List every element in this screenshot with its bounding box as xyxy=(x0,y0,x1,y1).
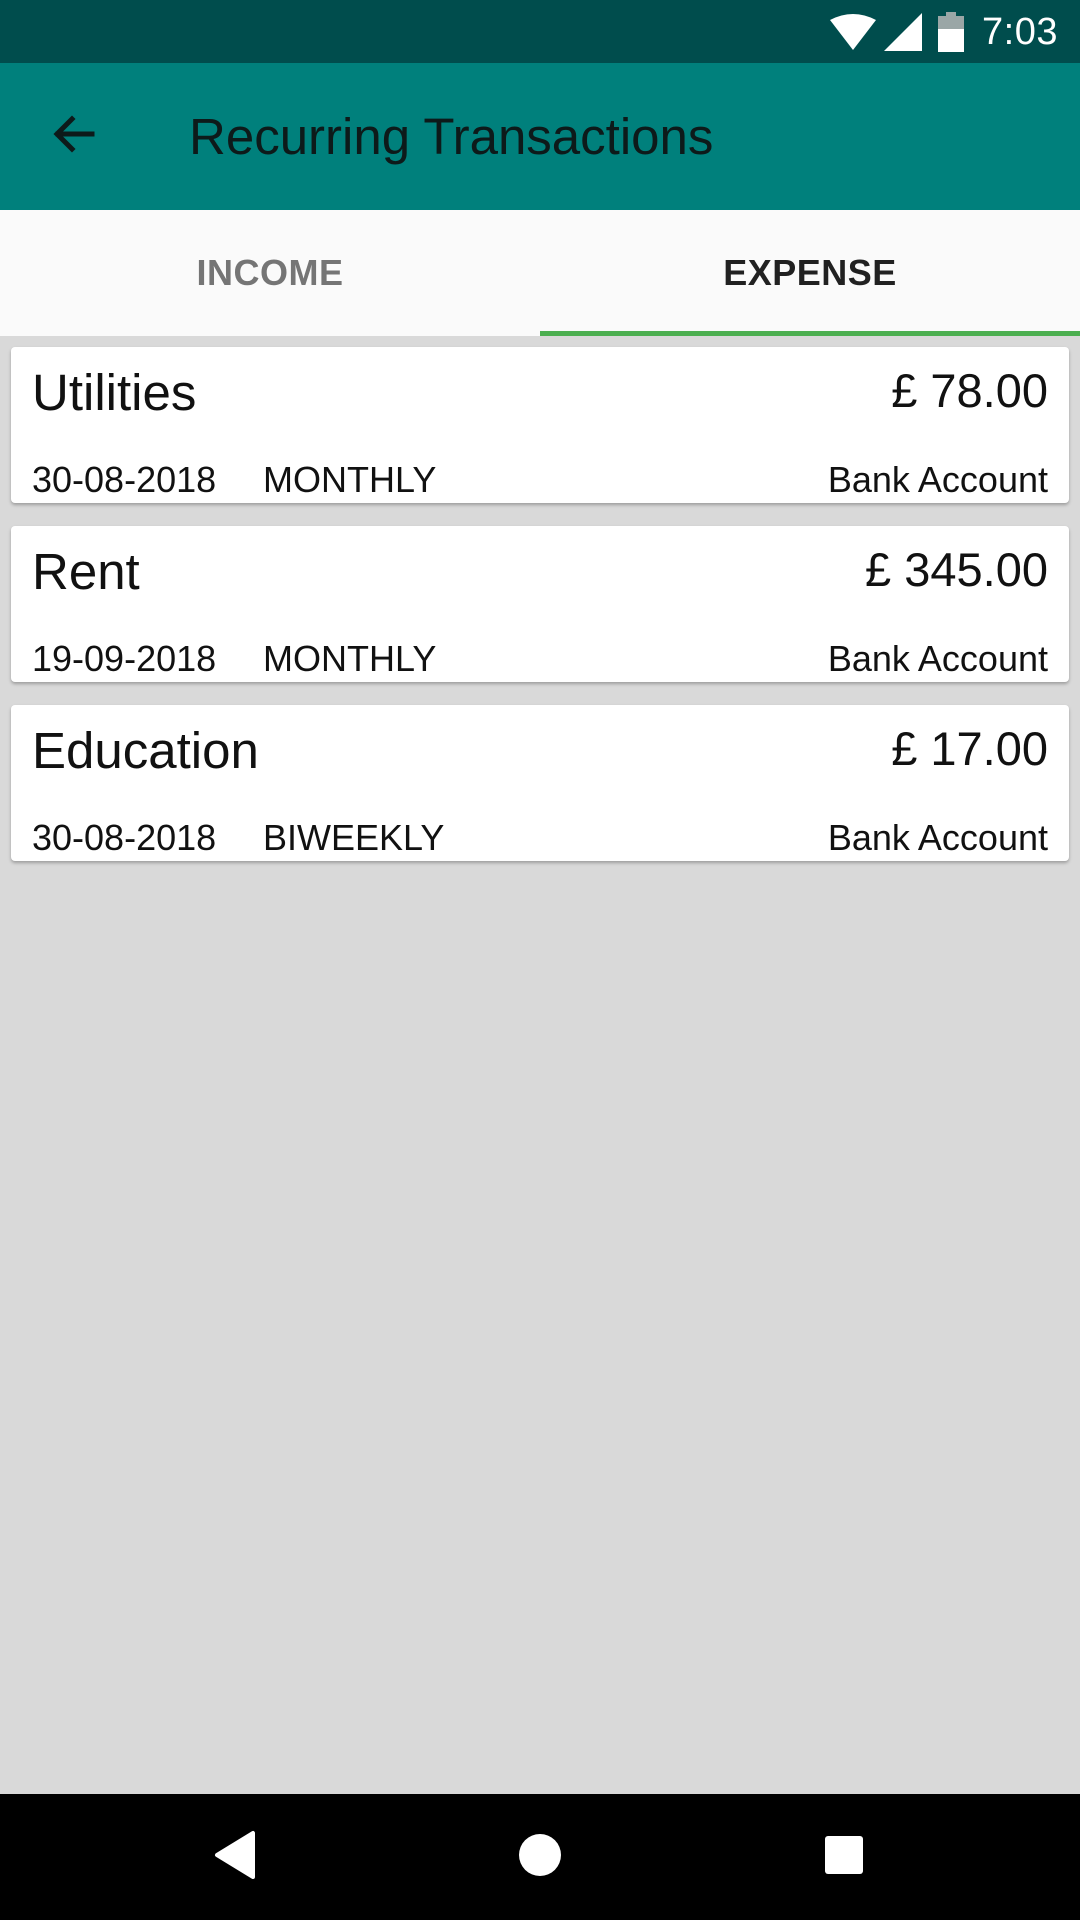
tab-selected-indicator xyxy=(540,331,1080,336)
transaction-amount: £ 345.00 xyxy=(865,543,1048,596)
transaction-name: Utilities xyxy=(32,364,197,421)
nav-recents-icon xyxy=(824,1835,864,1880)
nav-home-button[interactable] xyxy=(500,1817,580,1897)
wifi-icon xyxy=(830,14,877,50)
status-clock: 7:03 xyxy=(982,10,1058,53)
nav-recents-button[interactable] xyxy=(804,1817,884,1897)
transaction-amount: £ 78.00 xyxy=(891,364,1048,417)
tab-income[interactable]: INCOME xyxy=(0,210,540,336)
back-button[interactable] xyxy=(34,96,114,176)
transaction-frequency: MONTHLY xyxy=(263,638,437,679)
status-bar: 7:03 xyxy=(0,0,1080,63)
transaction-card-education[interactable]: Education £ 17.00 30-08-2018 BIWEEKLY Ba… xyxy=(11,705,1069,861)
transaction-card-rent[interactable]: Rent £ 345.00 19-09-2018 MONTHLY Bank Ac… xyxy=(11,526,1069,682)
nav-back-button[interactable] xyxy=(196,1817,276,1897)
transaction-card-utilities[interactable]: Utilities £ 78.00 30-08-2018 MONTHLY Ban… xyxy=(11,347,1069,503)
transaction-list: Utilities £ 78.00 30-08-2018 MONTHLY Ban… xyxy=(11,347,1069,884)
battery-icon xyxy=(938,12,965,52)
app-bar: Recurring Transactions xyxy=(0,63,1080,210)
tab-expense[interactable]: EXPENSE xyxy=(540,210,1080,336)
transaction-account: Bank Account xyxy=(827,459,1048,500)
page-title: Recurring Transactions xyxy=(189,108,714,165)
transaction-name: Rent xyxy=(32,543,140,600)
transaction-frequency: BIWEEKLY xyxy=(263,817,445,858)
nav-home-icon xyxy=(518,1833,562,1882)
transaction-account: Bank Account xyxy=(827,817,1048,858)
transaction-name: Education xyxy=(32,722,259,779)
transaction-date: 19-09-2018 xyxy=(32,638,217,679)
system-nav-bar xyxy=(0,1794,1080,1920)
tab-expense-label: EXPENSE xyxy=(723,252,897,293)
transaction-frequency: MONTHLY xyxy=(263,459,437,500)
transaction-date: 30-08-2018 xyxy=(32,459,217,500)
transaction-account: Bank Account xyxy=(827,638,1048,679)
arrow-back-icon xyxy=(50,110,98,163)
transaction-date: 30-08-2018 xyxy=(32,817,217,858)
tab-bar: INCOME EXPENSE xyxy=(0,210,1080,336)
status-icons: 7:03 xyxy=(830,8,1058,56)
nav-back-icon xyxy=(213,1830,259,1885)
transaction-amount: £ 17.00 xyxy=(891,722,1048,775)
signal-icon xyxy=(884,13,923,51)
